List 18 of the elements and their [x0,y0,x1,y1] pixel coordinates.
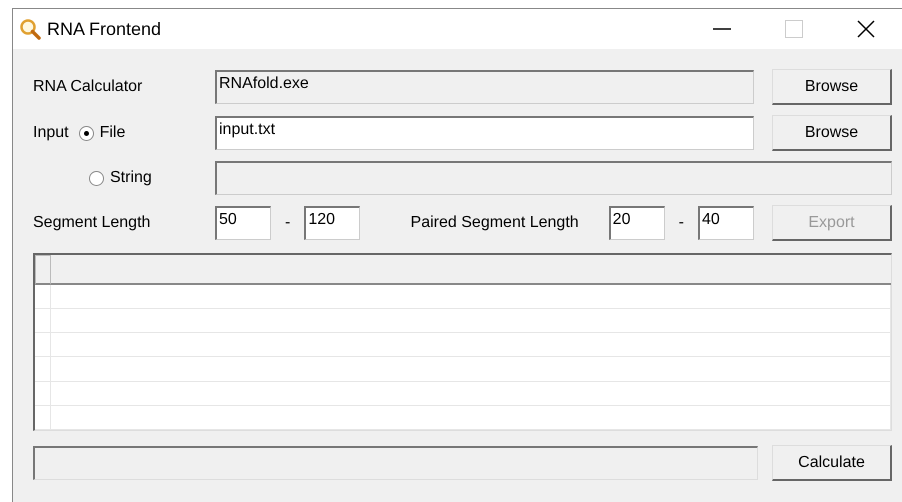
field-label: Paired Segment Length [410,214,579,232]
field-label: Segment Length [33,214,152,232]
field-label: RNA Calculator [33,78,144,96]
range-dash: - [285,214,290,232]
browse-button[interactable]: Browse [772,115,892,151]
file-field[interactable]: input.txt [215,116,754,150]
length-field[interactable]: 40 [698,206,754,240]
minimize-icon[interactable] [713,28,731,30]
window-title: RNA Frontend [47,18,162,40]
length-field[interactable]: 120 [304,206,360,240]
length-field[interactable]: 20 [608,206,665,240]
field-label: Input [33,124,69,142]
length-field[interactable]: 50 [215,206,271,240]
calculate-button[interactable]: Calculate [772,445,892,481]
radio-option[interactable]: File [78,124,126,142]
magnifier-icon [19,18,41,40]
range-dash: - [678,214,684,232]
close-icon[interactable] [857,20,875,38]
